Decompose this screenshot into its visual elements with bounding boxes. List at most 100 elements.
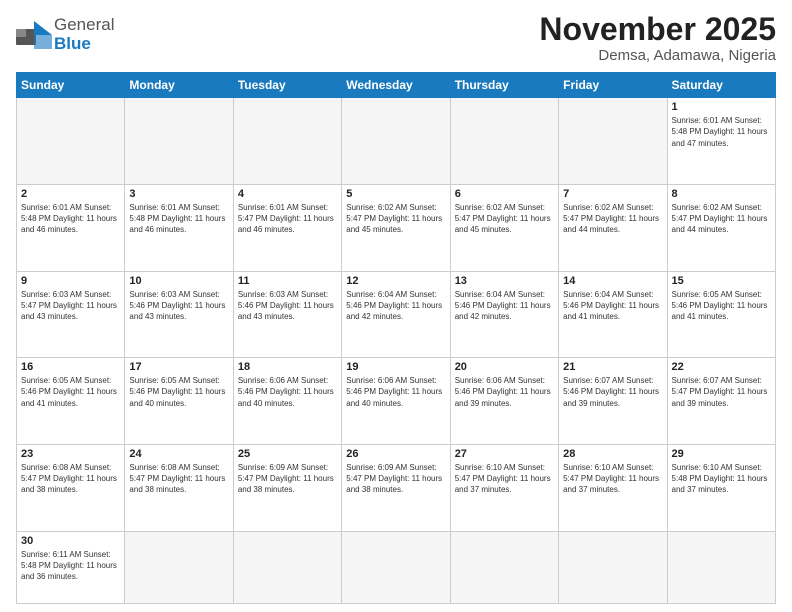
day-number: 17 [129, 361, 228, 373]
table-row [450, 98, 558, 185]
day-number: 1 [672, 101, 771, 113]
day-number: 28 [563, 448, 662, 460]
table-row: 3Sunrise: 6:01 AM Sunset: 5:48 PM Daylig… [125, 184, 233, 271]
col-sunday: Sunday [17, 73, 125, 98]
table-row: 11Sunrise: 6:03 AM Sunset: 5:46 PM Dayli… [233, 271, 341, 358]
day-number: 15 [672, 275, 771, 287]
day-info: Sunrise: 6:03 AM Sunset: 5:46 PM Dayligh… [238, 289, 337, 323]
table-row: 1 Sunrise: 6:01 AM Sunset: 5:48 PM Daylig… [667, 98, 775, 185]
day-number: 19 [346, 361, 445, 373]
calendar-table: Sunday Monday Tuesday Wednesday Thursday… [16, 72, 776, 604]
day-number: 29 [672, 448, 771, 460]
table-row: 5 Sunrise: 6:02 AM Sunset: 5:47 PM Daylig… [342, 184, 450, 271]
table-row: 27 Sunrise: 6:10 AM Sunset: 5:47 PM Dayli… [450, 445, 558, 532]
table-row: 14Sunrise: 6:04 AM Sunset: 5:46 PM Dayli… [559, 271, 667, 358]
table-row: 12 Sunrise: 6:04 AM Sunset: 5:46 PM Dayli… [342, 271, 450, 358]
day-info: Sunrise: 6:10 AM Sunset: 5:47 PM Dayligh… [455, 462, 554, 496]
day-number: 14 [563, 275, 662, 287]
table-row [450, 531, 558, 603]
table-row: 9Sunrise: 6:03 AM Sunset: 5:47 PM Daylig… [17, 271, 125, 358]
day-number: 3 [129, 188, 228, 200]
day-info: Sunrise: 6:02 AM Sunset: 5:47 PM Dayligh… [563, 202, 662, 236]
day-number: 30 [21, 535, 120, 547]
day-number: 12 [346, 275, 445, 287]
table-row [233, 531, 341, 603]
day-number: 10 [129, 275, 228, 287]
table-row: 15 Sunrise: 6:05 AM Sunset: 5:46 PM Dayli… [667, 271, 775, 358]
location: Demsa, Adamawa, Nigeria [539, 47, 776, 64]
table-row: 30Sunrise: 6:11 AM Sunset: 5:48 PM Dayli… [17, 531, 125, 603]
table-row: 19 Sunrise: 6:06 AM Sunset: 5:46 PM Dayli… [342, 358, 450, 445]
day-number: 18 [238, 361, 337, 373]
table-row: 18 Sunrise: 6:06 AM Sunset: 5:46 PM Dayli… [233, 358, 341, 445]
table-row: 6 Sunrise: 6:02 AM Sunset: 5:47 PM Daylig… [450, 184, 558, 271]
day-number: 24 [129, 448, 228, 460]
day-info: Sunrise: 6:09 AM Sunset: 5:47 PM Dayligh… [346, 462, 445, 496]
table-row: 24 Sunrise: 6:08 AM Sunset: 5:47 PM Dayli… [125, 445, 233, 532]
table-row [667, 531, 775, 603]
month-title: November 2025 [539, 12, 776, 47]
table-row [125, 531, 233, 603]
page: General Blue November 2025 Demsa, Adamaw… [0, 0, 792, 612]
logo-text: General Blue [54, 16, 114, 53]
table-row: 10 Sunrise: 6:03 AM Sunset: 5:46 PM Dayli… [125, 271, 233, 358]
table-row: 17 Sunrise: 6:05 AM Sunset: 5:46 PM Dayli… [125, 358, 233, 445]
table-row: 2Sunrise: 6:01 AM Sunset: 5:48 PM Daylig… [17, 184, 125, 271]
table-row: 25 Sunrise: 6:09 AM Sunset: 5:47 PM Dayli… [233, 445, 341, 532]
day-number: 23 [21, 448, 120, 460]
col-saturday: Saturday [667, 73, 775, 98]
table-row [17, 98, 125, 185]
day-number: 26 [346, 448, 445, 460]
table-row: 26 Sunrise: 6:09 AM Sunset: 5:47 PM Dayli… [342, 445, 450, 532]
day-info: Sunrise: 6:02 AM Sunset: 5:47 PM Dayligh… [455, 202, 554, 236]
day-info: Sunrise: 6:01 AM Sunset: 5:47 PM Dayligh… [238, 202, 337, 236]
day-info: Sunrise: 6:06 AM Sunset: 5:46 PM Dayligh… [346, 375, 445, 409]
day-info: Sunrise: 6:01 AM Sunset: 5:48 PM Dayligh… [21, 202, 120, 236]
table-row: 22 Sunrise: 6:07 AM Sunset: 5:47 PM Dayli… [667, 358, 775, 445]
day-number: 25 [238, 448, 337, 460]
day-info: Sunrise: 6:03 AM Sunset: 5:46 PM Dayligh… [129, 289, 228, 323]
day-number: 27 [455, 448, 554, 460]
day-info: Sunrise: 6:09 AM Sunset: 5:47 PM Dayligh… [238, 462, 337, 496]
table-row [342, 98, 450, 185]
table-row: 20 Sunrise: 6:06 AM Sunset: 5:46 PM Dayli… [450, 358, 558, 445]
day-number: 6 [455, 188, 554, 200]
table-row [125, 98, 233, 185]
day-number: 22 [672, 361, 771, 373]
table-row: 21Sunrise: 6:07 AM Sunset: 5:46 PM Dayli… [559, 358, 667, 445]
col-friday: Friday [559, 73, 667, 98]
day-number: 13 [455, 275, 554, 287]
day-number: 4 [238, 188, 337, 200]
day-info: Sunrise: 6:04 AM Sunset: 5:46 PM Dayligh… [346, 289, 445, 323]
day-number: 20 [455, 361, 554, 373]
table-row: 8Sunrise: 6:02 AM Sunset: 5:47 PM Daylig… [667, 184, 775, 271]
day-info: Sunrise: 6:05 AM Sunset: 5:46 PM Dayligh… [672, 289, 771, 323]
day-info: Sunrise: 6:06 AM Sunset: 5:46 PM Dayligh… [455, 375, 554, 409]
day-info: Sunrise: 6:07 AM Sunset: 5:47 PM Dayligh… [672, 375, 771, 409]
calendar-header-row: Sunday Monday Tuesday Wednesday Thursday… [17, 73, 776, 98]
day-info: Sunrise: 6:06 AM Sunset: 5:46 PM Dayligh… [238, 375, 337, 409]
title-block: November 2025 Demsa, Adamawa, Nigeria [539, 12, 776, 64]
day-info: Sunrise: 6:02 AM Sunset: 5:47 PM Dayligh… [672, 202, 771, 236]
table-row [233, 98, 341, 185]
day-number: 16 [21, 361, 120, 373]
day-number: 7 [563, 188, 662, 200]
day-info: Sunrise: 6:03 AM Sunset: 5:47 PM Dayligh… [21, 289, 120, 323]
day-info: Sunrise: 6:05 AM Sunset: 5:46 PM Dayligh… [21, 375, 120, 409]
day-number: 5 [346, 188, 445, 200]
col-thursday: Thursday [450, 73, 558, 98]
day-info: Sunrise: 6:05 AM Sunset: 5:46 PM Dayligh… [129, 375, 228, 409]
table-row [342, 531, 450, 603]
table-row: 23 Sunrise: 6:08 AM Sunset: 5:47 PM Dayli… [17, 445, 125, 532]
day-info: Sunrise: 6:01 AM Sunset: 5:48 PM Dayligh… [672, 115, 771, 149]
logo-icon [16, 21, 52, 49]
table-row: 28 Sunrise: 6:10 AM Sunset: 5:47 PM Dayli… [559, 445, 667, 532]
day-info: Sunrise: 6:10 AM Sunset: 5:48 PM Dayligh… [672, 462, 771, 496]
day-info: Sunrise: 6:10 AM Sunset: 5:47 PM Dayligh… [563, 462, 662, 496]
day-info: Sunrise: 6:02 AM Sunset: 5:47 PM Dayligh… [346, 202, 445, 236]
day-info: Sunrise: 6:08 AM Sunset: 5:47 PM Dayligh… [21, 462, 120, 496]
table-row: 16 Sunrise: 6:05 AM Sunset: 5:46 PM Dayli… [17, 358, 125, 445]
day-info: Sunrise: 6:08 AM Sunset: 5:47 PM Dayligh… [129, 462, 228, 496]
table-row: 29 Sunrise: 6:10 AM Sunset: 5:48 PM Dayli… [667, 445, 775, 532]
col-wednesday: Wednesday [342, 73, 450, 98]
